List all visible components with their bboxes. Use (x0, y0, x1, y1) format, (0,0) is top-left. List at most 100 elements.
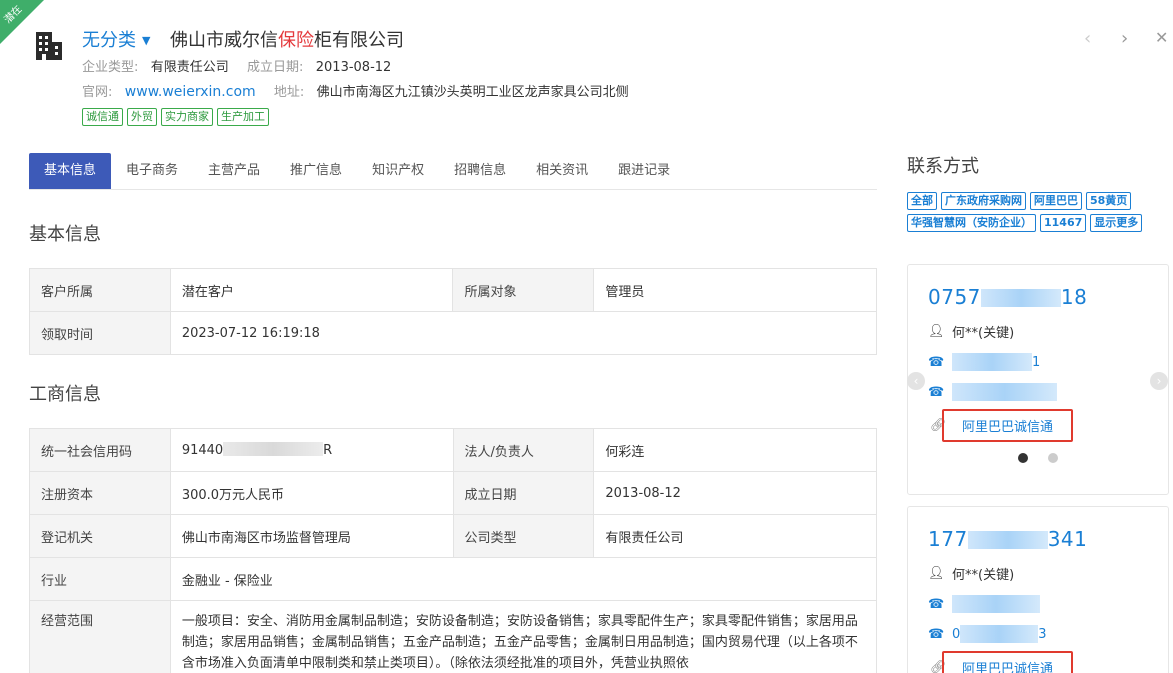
credit-code-label: 统一社会信用码 (29, 428, 171, 472)
claim-time-label: 领取时间 (29, 311, 171, 355)
table-row: 注册资本 300.0万元人民币 成立日期 2013-08-12 (29, 471, 877, 515)
tab-basic-info[interactable]: 基本信息 (29, 153, 112, 189)
founded-value: 2013-08-12 (593, 471, 877, 515)
category-label: 无分类 (82, 30, 136, 51)
phone-prefix: 0757 (928, 285, 981, 309)
phone-row: ☎ 1 (928, 353, 1040, 371)
tab-ecommerce[interactable]: 电子商务 (111, 153, 193, 189)
tab-news[interactable]: 相关资讯 (521, 153, 603, 189)
building-icon (36, 32, 62, 60)
type-value: 有限责任公司 (150, 60, 229, 75)
source-tag[interactable]: 58黄页 (1086, 192, 1132, 210)
company-header: 无分类 ▼ 佛山市威尔信保险柜有限公司 企业类型: 有限责任公司 成立日期: 20… (0, 0, 1173, 140)
carousel-prev-icon[interactable]: ‹ (907, 372, 925, 390)
detail-tabs: 基本信息 电子商务 主营产品 推广信息 知识产权 招聘信息 相关资讯 跟进记录 (29, 153, 877, 190)
person-icon: 👤︎ (928, 324, 945, 339)
contact-person-row: 👤︎ 何**(关键) (928, 322, 1014, 341)
phone-row: ☎ 0 3 (928, 625, 1047, 643)
company-name-part: 柜有限公司 (314, 30, 404, 51)
founded-label: 成立日期: (246, 60, 304, 75)
capital-value: 300.0万元人民币 (169, 471, 454, 515)
company-type-value: 有限责任公司 (593, 514, 877, 558)
phone-suffix: 3 (1038, 626, 1047, 642)
legal-person-label: 法人/负责人 (452, 428, 595, 472)
contact-card: 0757 18 👤︎ 何**(关键) ☎ 1 ☎ 🔗︎ 阿里巴巴诚信通 (907, 264, 1169, 495)
registry-label: 登记机关 (29, 514, 171, 558)
contact-phone[interactable]: 0757 18 (928, 285, 1087, 309)
source-tag[interactable]: 11467 (1040, 214, 1087, 232)
table-row: 统一社会信用码 91440 R 法人/负责人 何彩连 (29, 428, 877, 472)
phone-row: ☎ (928, 595, 1040, 613)
carousel-dot-active[interactable] (1018, 453, 1028, 463)
phone-suffix: 18 (1060, 285, 1088, 309)
contact-card: 177 341 👤︎ 何**(关键) ☎ ☎ 0 3 🔗︎ 阿里巴巴诚信通 (907, 506, 1169, 673)
show-more-button[interactable]: 显示更多 (1090, 214, 1143, 232)
contact-person: 何**(关键) (952, 568, 1015, 583)
website-link[interactable]: www.weierxin.com (125, 84, 256, 100)
masked-text (967, 531, 1048, 549)
phone-prefix: 0 (952, 626, 961, 642)
phone-icon: ☎ (928, 626, 945, 642)
link-row: 🔗︎ 阿里巴巴诚信通 (930, 651, 1074, 673)
company-name: 佛山市威尔信保险柜有限公司 (170, 26, 404, 52)
carousel-dot[interactable] (1048, 453, 1058, 463)
source-tag-all[interactable]: 全部 (907, 192, 937, 210)
category-dropdown[interactable]: 无分类 ▼ (82, 26, 150, 52)
company-name-highlight: 保险 (278, 30, 314, 51)
founded-value: 2013-08-12 (315, 60, 392, 75)
source-tag[interactable]: 广东政府采购网 (941, 192, 1026, 210)
scope-label: 经营范围 (29, 600, 171, 673)
tag-badge: 外贸 (127, 108, 157, 126)
address-value: 佛山市南海区九江镇沙头英明工业区龙声家具公司北侧 (316, 85, 629, 100)
alibaba-link[interactable]: 阿里巴巴诚信通 (942, 651, 1074, 673)
company-meta-row: 企业类型: 有限责任公司 成立日期: 2013-08-12 (82, 56, 405, 75)
masked-text (952, 595, 1040, 613)
phone-icon: ☎ (928, 354, 945, 370)
tab-ip[interactable]: 知识产权 (357, 153, 439, 189)
phone-suffix: 341 (1047, 527, 1088, 551)
source-tag[interactable]: 阿里巴巴 (1030, 192, 1082, 210)
basic-info-table: 客户所属 潜在客户 所属对象 管理员 领取时间 2023-07-12 16:19… (29, 268, 878, 355)
masked-text (952, 353, 1032, 371)
tab-promotion[interactable]: 推广信息 (275, 153, 357, 189)
legal-person-value: 何彩连 (593, 428, 877, 472)
masked-text (223, 442, 324, 456)
basic-info-title: 基本信息 (29, 224, 101, 245)
capital-label: 注册资本 (29, 471, 171, 515)
industry-value: 金融业 - 保险业 (169, 557, 878, 601)
tab-main-products[interactable]: 主营产品 (193, 153, 275, 189)
business-info-title: 工商信息 (29, 384, 101, 405)
contact-person-row: 👤︎ 何**(关键) (928, 564, 1014, 583)
alibaba-link[interactable]: 阿里巴巴诚信通 (942, 409, 1074, 442)
source-tag[interactable]: 华强智慧网（安防企业） (907, 214, 1036, 232)
source-filter-tags: 全部 广东政府采购网 阿里巴巴 58黄页 华强智慧网（安防企业） 11467 显… (907, 192, 1167, 232)
carousel-next-icon[interactable]: › (1150, 372, 1168, 390)
tab-recruitment[interactable]: 招聘信息 (439, 153, 521, 189)
phone-icon: ☎ (928, 384, 945, 400)
contact-person: 何**(关键) (952, 326, 1015, 341)
tab-follow-up[interactable]: 跟进记录 (603, 153, 685, 189)
industry-label: 行业 (29, 557, 171, 601)
phone-row: ☎ (928, 383, 1057, 401)
contact-phone[interactable]: 177 341 (928, 527, 1087, 551)
close-icon[interactable]: ✕ (1155, 28, 1168, 47)
caret-down-icon: ▼ (142, 34, 151, 47)
person-icon: 👤︎ (928, 566, 945, 581)
type-label: 企业类型: (82, 60, 139, 75)
phone-suffix: 1 (1032, 354, 1041, 370)
credit-code-prefix: 91440 (181, 443, 224, 458)
registry-value: 佛山市南海区市场监督管理局 (169, 514, 454, 558)
company-tags: 诚信通 外贸 实力商家 生产加工 (82, 108, 269, 126)
table-row: 客户所属 潜在客户 所属对象 管理员 (29, 268, 877, 312)
masked-text (960, 625, 1039, 643)
table-row: 行业 金融业 - 保险业 (29, 557, 878, 601)
website-label: 官网: (82, 85, 113, 100)
next-icon[interactable]: › (1121, 28, 1128, 49)
table-row: 登记机关 佛山市南海区市场监督管理局 公司类型 有限责任公司 (29, 514, 877, 558)
table-row: 经营范围 一般项目：安全、消防用金属制品制造；安防设备制造；安防设备销售；家具零… (29, 600, 878, 673)
claim-time-value: 2023-07-12 16:19:18 (169, 311, 878, 355)
prev-icon[interactable]: ‹ (1084, 28, 1091, 49)
phone-icon: ☎ (928, 596, 945, 612)
credit-code-value: 91440 R (169, 428, 454, 472)
masked-text (980, 289, 1061, 307)
